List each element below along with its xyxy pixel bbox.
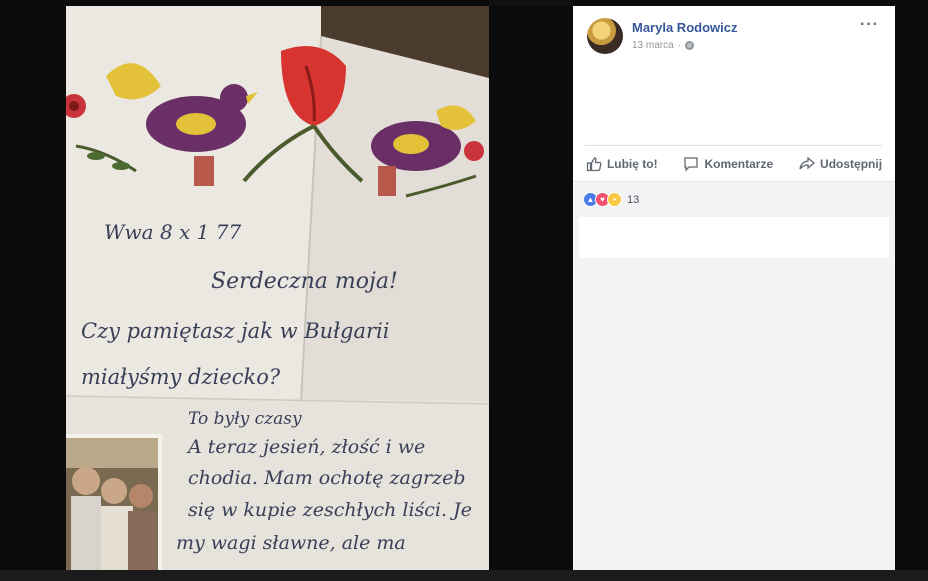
meta-separator: · [677,40,682,51]
like-label: Lubię to! [606,156,658,171]
reactions-bar[interactable]: ▲ ♥ • 13 [573,181,895,217]
background-strip [489,0,573,6]
comment-icon [684,156,699,172]
letter-line: Wwa 8 x 1 77 [104,220,241,244]
thumbs-up-icon [586,156,602,171]
post-date-link[interactable]: 13 marca [632,40,674,51]
letter-line: Czy pamiętasz jak w Bułgarii [81,319,389,343]
comments-section [573,217,895,570]
letter-line: To były czasy [188,409,302,429]
avatar[interactable] [587,18,623,54]
letter-line: A teraz jesień, złość i we [186,436,425,458]
vintage-photo [66,434,162,570]
comment-label: Komentarze [704,156,774,171]
letter-image: Wwa 8 x 1 77 Serdeczna moja! Czy pamięta… [66,6,489,570]
letter-line: chodia. Mam ochotę zagrzeb [188,467,465,489]
letter-line: się w kupie zeschłych liści. Je [188,499,472,521]
comment-input-area[interactable] [579,217,889,258]
letter-line: miałyśmy dziecko? [81,365,281,389]
comment-button[interactable]: Komentarze [683,156,773,172]
share-label: Udostępnij [820,156,883,171]
post-meta: 13 marca · [632,40,695,51]
action-bar: Lubię to! Komentarze Udostępnij [573,147,895,180]
background-strip-bottom [0,570,928,581]
reaction-count[interactable]: 13 [627,194,639,206]
more-options-button[interactable]: ··· [860,16,879,34]
like-button[interactable]: Lubię to! [586,156,658,172]
divider [585,145,882,146]
wow-icon: • [607,192,622,207]
background-edge [895,6,928,570]
share-icon [799,156,816,169]
reaction-icons: ▲ ♥ • [583,192,622,207]
post-author-link[interactable]: Maryla Rodowicz [632,20,737,35]
letter-line: my wagi sławne, ale ma [176,532,406,554]
globe-icon[interactable] [685,41,695,50]
post-side-panel: Maryla Rodowicz 13 marca · ··· Lubię to!… [573,6,895,570]
letter-line: Serdeczna moja! [211,269,398,294]
post-photo[interactable]: Wwa 8 x 1 77 Serdeczna moja! Czy pamięta… [66,6,489,570]
share-button[interactable]: Udostępnij [799,156,882,172]
